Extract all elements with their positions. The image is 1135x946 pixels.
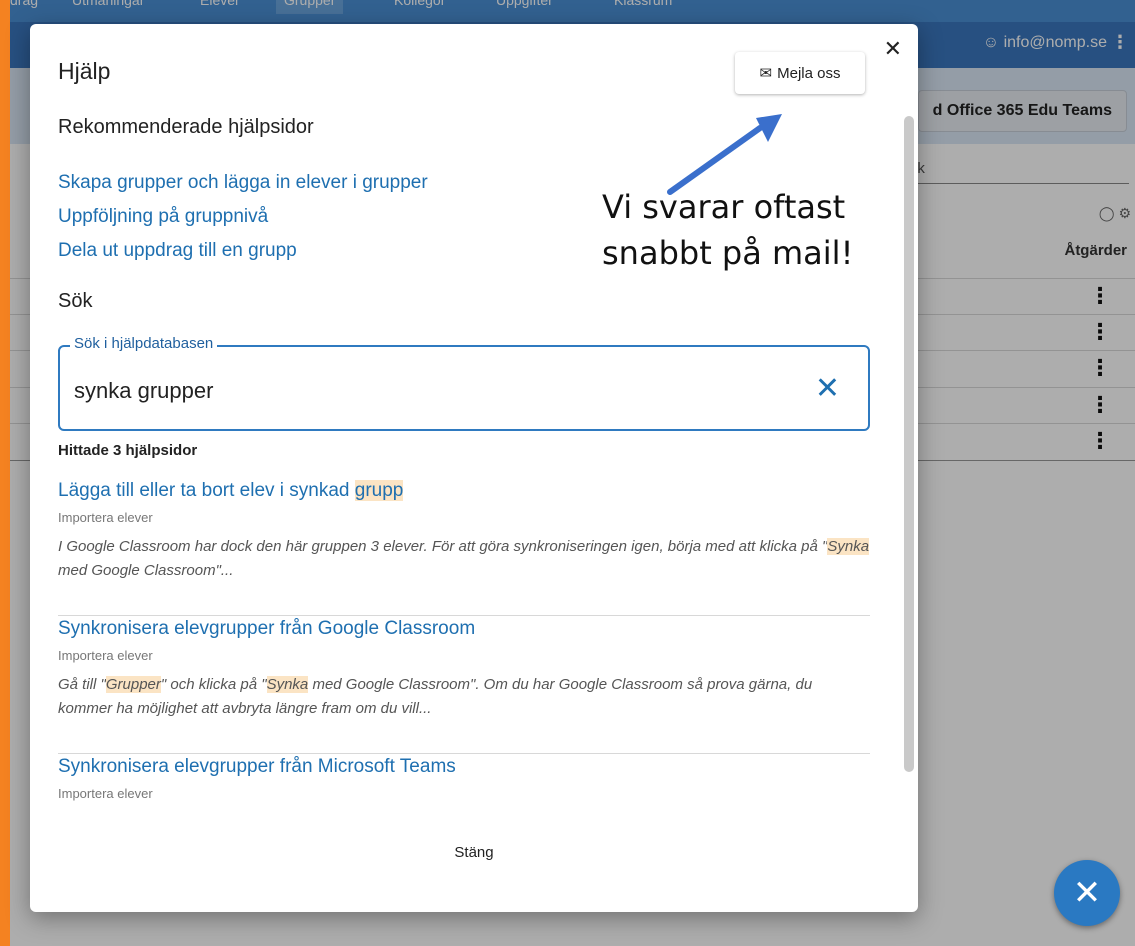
help-link-create-groups[interactable]: Skapa grupper och lägga in elever i grup…	[58, 172, 428, 194]
dialog-scrollbar[interactable]	[904, 116, 914, 772]
results-count: Hittade 3 hjälpsidor	[58, 442, 198, 459]
search-field-label: Sök i hjälpdatabasen	[70, 335, 218, 352]
envelope-icon: ✉	[759, 65, 773, 82]
help-dialog: Hjälp ✉ Mejla oss ✕ Vi svarar oftast sna…	[30, 24, 918, 912]
mail-us-label: Mejla oss	[777, 64, 841, 82]
search-heading: Sök	[58, 290, 93, 312]
close-dialog-button[interactable]: Stäng	[30, 844, 918, 861]
result-divider	[58, 753, 870, 754]
search-result-snippet: Gå till "Grupper" och klicka på "Synka m…	[58, 676, 813, 717]
clear-search-icon[interactable]: ✕	[815, 371, 840, 406]
search-result-category: Importera elever	[58, 648, 153, 663]
close-icon[interactable]: ✕	[884, 36, 902, 62]
search-result-title[interactable]: Synkronisera elevgrupper från Microsoft …	[58, 756, 870, 778]
help-fab-close-icon[interactable]: ✕	[1054, 860, 1120, 926]
help-search-input[interactable]	[72, 377, 776, 405]
search-result-snippet: I Google Classroom har dock den här grup…	[58, 538, 870, 579]
help-link-group-followup[interactable]: Uppföljning på gruppnivå	[58, 206, 268, 228]
search-result: Lägga till eller ta bort elev i synkad g…	[58, 480, 870, 583]
help-link-assign-to-group[interactable]: Dela ut uppdrag till en grupp	[58, 240, 297, 262]
search-result-category: Importera elever	[58, 510, 153, 525]
result-divider	[58, 615, 870, 616]
search-result: Synkronisera elevgrupper från Microsoft …	[58, 756, 870, 801]
search-result-title[interactable]: Lägga till eller ta bort elev i synkad g…	[58, 480, 870, 502]
search-result-title[interactable]: Synkronisera elevgrupper från Google Cla…	[58, 618, 870, 640]
mail-us-button[interactable]: ✉ Mejla oss	[735, 52, 865, 94]
help-search-field: Sök i hjälpdatabasen ✕	[58, 335, 870, 431]
recommended-heading: Rekommenderade hjälpsidor	[58, 116, 314, 138]
dialog-content: Rekommenderade hjälpsidor Skapa grupper …	[58, 116, 873, 832]
dialog-title: Hjälp	[58, 58, 111, 84]
search-result: Synkronisera elevgrupper från Google Cla…	[58, 618, 870, 721]
search-result-category: Importera elever	[58, 786, 153, 801]
